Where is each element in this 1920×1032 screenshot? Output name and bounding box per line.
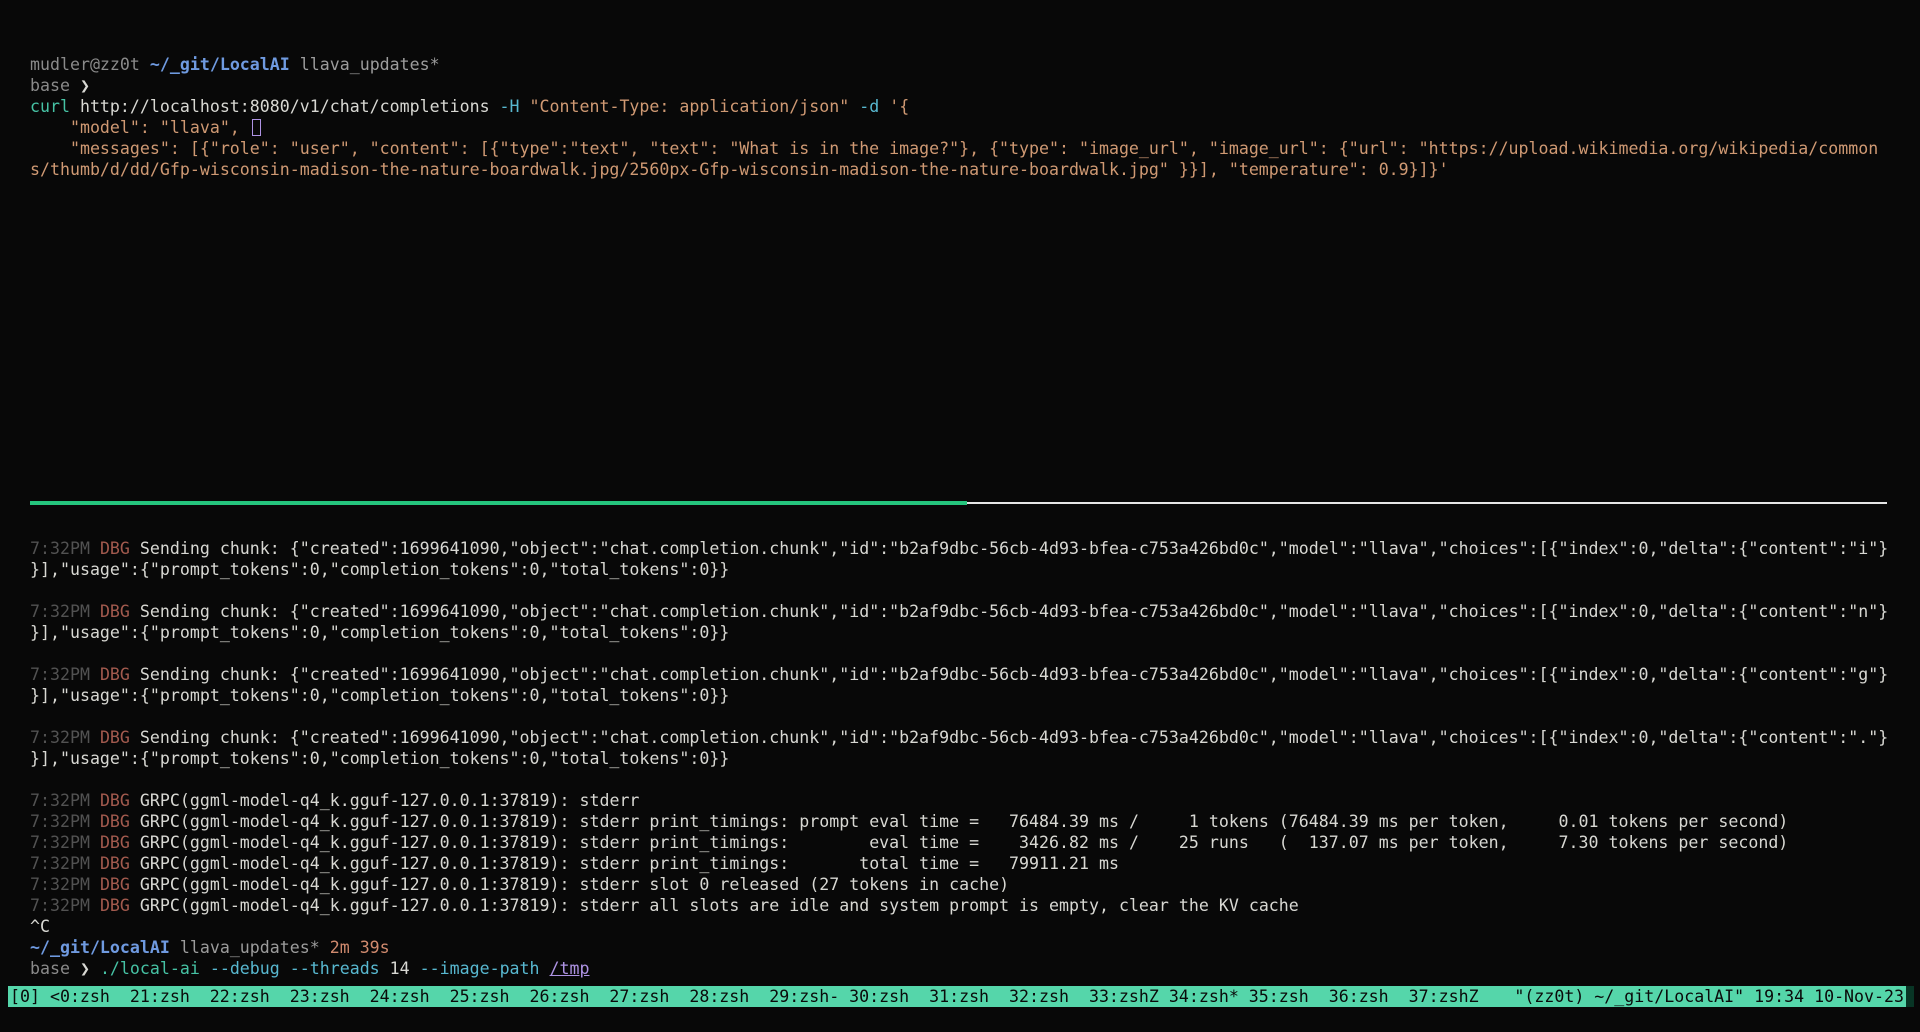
terminal-text-span: 7:32PM xyxy=(30,875,100,894)
pane-divider-active-segment[interactable] xyxy=(30,501,967,505)
terminal-line: }],"usage":{"prompt_tokens":0,"completio… xyxy=(30,685,1888,706)
terminal-line: 7:32PM DBG GRPC(ggml-model-q4_k.gguf-127… xyxy=(30,853,1888,874)
terminal-line: ^C xyxy=(30,916,1888,937)
terminal-text-span: ~/_git/LocalAI xyxy=(150,55,290,74)
terminal-text-span: DBG xyxy=(100,812,140,831)
terminal-text-span: DBG xyxy=(100,602,140,621)
terminal-text-span: llava_updates* xyxy=(290,55,440,74)
terminal-line: }],"usage":{"prompt_tokens":0,"completio… xyxy=(30,748,1888,769)
terminal-line: mudler@zz0t ~/_git/LocalAI llava_updates… xyxy=(30,54,1878,75)
terminal-text-span: }],"usage":{"prompt_tokens":0,"completio… xyxy=(30,686,729,705)
status-bar-cursor xyxy=(1906,986,1914,1007)
terminal-text-span: "Content-Type: application/json" xyxy=(530,97,860,116)
terminal-line xyxy=(30,769,1888,790)
tmux-window-list[interactable]: [0] <0:zsh 21:zsh 22:zsh 23:zsh 24:zsh 2… xyxy=(10,986,1479,1007)
terminal-text-span: DBG xyxy=(100,791,140,810)
terminal-line: "model": "llava", xyxy=(30,117,1878,138)
terminal-text-span: ❯ xyxy=(80,959,100,978)
terminal-line: s/thumb/d/dd/Gfp-wisconsin-madison-the-n… xyxy=(30,159,1878,180)
terminal-text-span: "model": "llava", xyxy=(30,118,250,137)
terminal-text-span: ./local-ai xyxy=(100,959,200,978)
terminal-text-span: s/thumb/d/dd/Gfp-wisconsin-madison-the-n… xyxy=(30,160,1449,179)
terminal-text-span: 7:32PM xyxy=(30,896,100,915)
terminal-line: 7:32PM DBG GRPC(ggml-model-q4_k.gguf-127… xyxy=(30,811,1888,832)
terminal-screen[interactable]: { "colors": { "background": "#080808", "… xyxy=(0,0,1920,1032)
terminal-text-span: --debug --threads xyxy=(200,959,390,978)
terminal-text-span: 7:32PM xyxy=(30,728,100,747)
terminal-line: 7:32PM DBG GRPC(ggml-model-q4_k.gguf-127… xyxy=(30,895,1888,916)
terminal-text-span: }],"usage":{"prompt_tokens":0,"completio… xyxy=(30,623,729,642)
terminal-text-span: }],"usage":{"prompt_tokens":0,"completio… xyxy=(30,560,729,579)
terminal-text-span: 7:32PM xyxy=(30,539,100,558)
terminal-line xyxy=(30,580,1888,601)
terminal-cursor xyxy=(252,119,261,136)
terminal-text-span: -d xyxy=(859,97,889,116)
terminal-text-span: GRPC(ggml-model-q4_k.gguf-127.0.0.1:3781… xyxy=(140,896,1299,915)
terminal-text-span: ~/_git/LocalAI xyxy=(30,938,170,957)
terminal-text-span: curl xyxy=(30,97,80,116)
terminal-text-span: GRPC(ggml-model-q4_k.gguf-127.0.0.1:3781… xyxy=(140,812,1788,831)
terminal-text-span: GRPC(ggml-model-q4_k.gguf-127.0.0.1:3781… xyxy=(140,875,1009,894)
terminal-line: base ❯ ./local-ai --debug --threads 14 -… xyxy=(30,958,1888,979)
terminal-text-span: http://localhost:8080/v1/chat/completion… xyxy=(80,97,500,116)
terminal-text-span: }],"usage":{"prompt_tokens":0,"completio… xyxy=(30,749,729,768)
terminal-text-span: /tmp xyxy=(550,959,590,978)
terminal-text-span: 7:32PM xyxy=(30,812,100,831)
terminal-line: 7:32PM DBG Sending chunk: {"created":169… xyxy=(30,601,1888,622)
terminal-line: 7:32PM DBG Sending chunk: {"created":169… xyxy=(30,538,1888,559)
terminal-text-span: DBG xyxy=(100,665,140,684)
terminal-text-span: base xyxy=(30,76,80,95)
terminal-line xyxy=(30,643,1888,664)
terminal-text-span: --image-path xyxy=(410,959,550,978)
terminal-line: curl http://localhost:8080/v1/chat/compl… xyxy=(30,96,1878,117)
terminal-text-span: GRPC(ggml-model-q4_k.gguf-127.0.0.1:3781… xyxy=(140,833,1788,852)
terminal-text-span: Sending chunk: {"created":1699641090,"ob… xyxy=(140,539,1888,558)
terminal-text-span: 7:32PM xyxy=(30,791,100,810)
terminal-text-span: DBG xyxy=(100,728,140,747)
terminal-scrollback-bottom: 7:32PM DBG Sending chunk: {"created":169… xyxy=(30,538,1888,979)
terminal-text-span: Sending chunk: {"created":1699641090,"ob… xyxy=(140,665,1888,684)
tmux-status-bar[interactable]: [0] <0:zsh 21:zsh 22:zsh 23:zsh 24:zsh 2… xyxy=(8,986,1914,1007)
terminal-text-span: ^C xyxy=(30,917,50,936)
terminal-line: base ❯ xyxy=(30,75,1878,96)
terminal-text-span: 7:32PM xyxy=(30,665,100,684)
terminal-text-span: DBG xyxy=(100,854,140,873)
terminal-text-span: DBG xyxy=(100,833,140,852)
terminal-text-span: Sending chunk: {"created":1699641090,"ob… xyxy=(140,602,1888,621)
terminal-text-span: "messages": [{"role": "user", "content":… xyxy=(30,139,1878,158)
terminal-line: }],"usage":{"prompt_tokens":0,"completio… xyxy=(30,559,1888,580)
terminal-line: 7:32PM DBG Sending chunk: {"created":169… xyxy=(30,664,1888,685)
terminal-text-span: 2m 39s xyxy=(320,938,390,957)
terminal-text-span: llava_updates* xyxy=(170,938,320,957)
terminal-text-span: 7:32PM xyxy=(30,833,100,852)
terminal-line: 7:32PM DBG GRPC(ggml-model-q4_k.gguf-127… xyxy=(30,874,1888,895)
terminal-line: 7:32PM DBG GRPC(ggml-model-q4_k.gguf-127… xyxy=(30,790,1888,811)
terminal-line: }],"usage":{"prompt_tokens":0,"completio… xyxy=(30,622,1888,643)
terminal-text-span: DBG xyxy=(100,896,140,915)
terminal-line: 7:32PM DBG GRPC(ggml-model-q4_k.gguf-127… xyxy=(30,832,1888,853)
terminal-line: ~/_git/LocalAI llava_updates* 2m 39s xyxy=(30,937,1888,958)
terminal-text-span: DBG xyxy=(100,875,140,894)
terminal-text-span: DBG xyxy=(100,539,140,558)
terminal-text-span: GRPC(ggml-model-q4_k.gguf-127.0.0.1:3781… xyxy=(140,791,640,810)
terminal-text-span: mudler@zz0t xyxy=(30,55,150,74)
terminal-line xyxy=(30,706,1888,727)
terminal-text-span: -H xyxy=(500,97,530,116)
terminal-text-span: 7:32PM xyxy=(30,602,100,621)
terminal-scrollback-top: mudler@zz0t ~/_git/LocalAI llava_updates… xyxy=(30,54,1878,180)
terminal-text-span: base xyxy=(30,959,80,978)
terminal-text-span: '{ xyxy=(889,97,909,116)
pane-divider[interactable] xyxy=(967,502,1887,504)
terminal-text-span: ❯ xyxy=(80,76,90,95)
terminal-text-span: Sending chunk: {"created":1699641090,"ob… xyxy=(140,728,1888,747)
terminal-text-span: 7:32PM xyxy=(30,854,100,873)
terminal-text-span: 14 xyxy=(390,959,410,978)
terminal-text-span: GRPC(ggml-model-q4_k.gguf-127.0.0.1:3781… xyxy=(140,854,1119,873)
terminal-line: "messages": [{"role": "user", "content":… xyxy=(30,138,1878,159)
terminal-line: 7:32PM DBG Sending chunk: {"created":169… xyxy=(30,727,1888,748)
tmux-status-right: "(zz0t) ~/_git/LocalAI" 19:34 10-Nov-23 xyxy=(1514,986,1904,1007)
